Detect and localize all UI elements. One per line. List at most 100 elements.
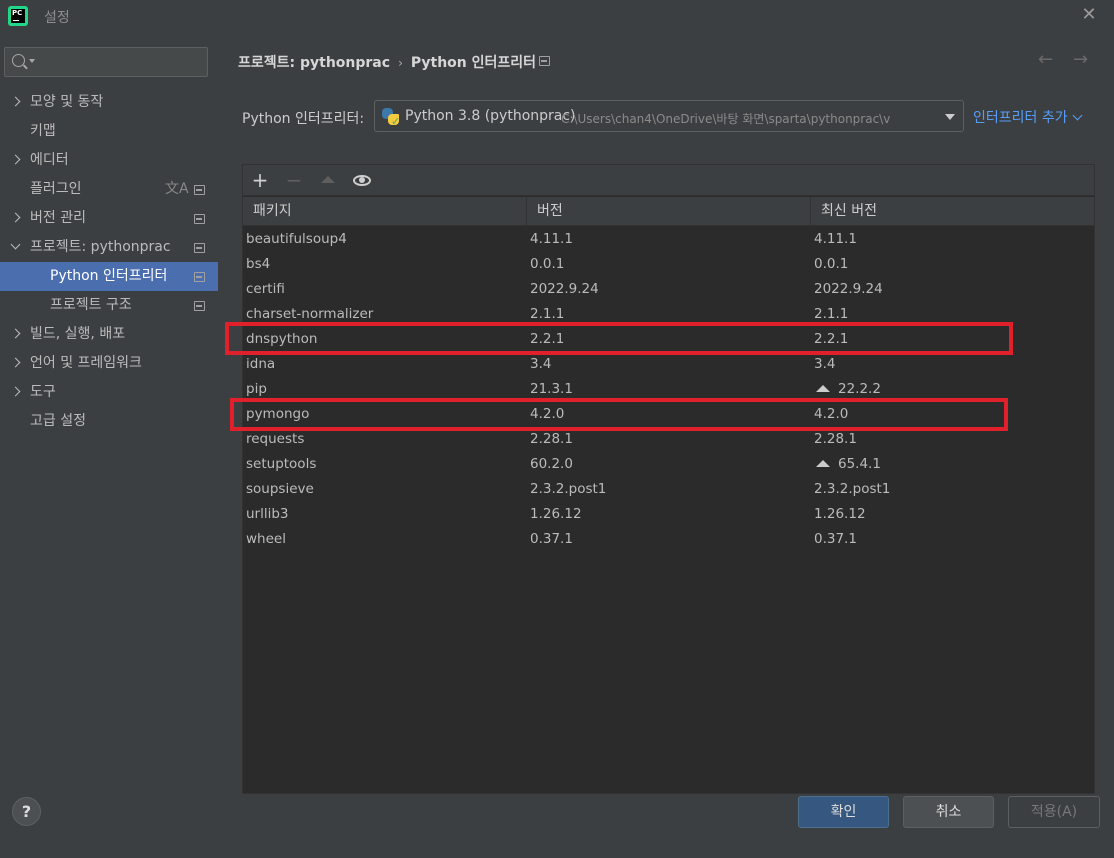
breadcrumb-parent[interactable]: 프로젝트: pythonprac: [238, 55, 390, 71]
package-version-cell: 4.2.0: [530, 406, 565, 422]
help-button[interactable]: ?: [12, 797, 41, 826]
latest-version-text: 1.26.12: [814, 506, 866, 522]
settings-search-box[interactable]: [4, 47, 208, 77]
sidebar-item-tools[interactable]: 도구: [0, 378, 218, 407]
project-settings-icon: [194, 185, 205, 195]
project-settings-icon: [194, 214, 205, 224]
table-row[interactable]: dnspython 2.2.1 2.2.1: [243, 327, 1094, 352]
sidebar-item-label: 에디터: [30, 152, 69, 168]
show-early-releases-button[interactable]: [350, 168, 374, 192]
package-version-cell: 4.11.1: [530, 231, 573, 247]
close-icon[interactable]: ✕: [1078, 4, 1100, 26]
package-latest-version-cell: 2022.9.24: [814, 277, 883, 302]
sidebar-item-editor[interactable]: 에디터: [0, 146, 218, 175]
search-icon: [12, 54, 25, 67]
python-icon: ✓: [382, 108, 400, 127]
add-interpreter-link[interactable]: 인터프리터 추가: [973, 107, 1083, 127]
package-version-cell: 2.3.2.post1: [530, 481, 607, 497]
chevron-right-icon[interactable]: [10, 328, 21, 339]
remove-package-button[interactable]: −: [282, 168, 306, 192]
package-name-cell: urllib3: [246, 506, 289, 522]
sidebar-item-advanced-settings[interactable]: 고급 설정: [0, 407, 218, 436]
latest-version-text: 2.3.2.post1: [814, 481, 891, 497]
latest-version-text: 2.2.1: [814, 331, 849, 347]
sidebar-item-label: 언어 및 프레임워크: [30, 355, 142, 371]
column-header-package[interactable]: 패키지: [243, 197, 527, 226]
sidebar-item-python-interpreter[interactable]: Python 인터프리터: [0, 262, 218, 291]
package-latest-version-cell: 1.26.12: [814, 502, 866, 527]
sidebar-item-keymap[interactable]: 키맵: [0, 117, 218, 146]
table-row[interactable]: certifi 2022.9.24 2022.9.24: [243, 277, 1094, 302]
package-toolbar: + −: [243, 165, 1094, 196]
upgrade-available-icon: [816, 460, 830, 467]
package-version-cell: 2.2.1: [530, 331, 565, 347]
upgrade-triangle-icon: [321, 176, 335, 183]
settings-content: 프로젝트: pythonprac › Python 인터프리터 ← → Python…: [218, 32, 1114, 858]
table-row[interactable]: pip 21.3.1 22.2.2: [243, 377, 1094, 402]
package-name-cell: requests: [246, 431, 305, 447]
chevron-right-icon[interactable]: [10, 154, 21, 165]
latest-version-text: 0.0.1: [814, 256, 849, 272]
sidebar-item-label: 고급 설정: [30, 413, 86, 429]
upgrade-available-icon: [816, 385, 830, 392]
chevron-down-icon[interactable]: [10, 239, 21, 250]
sidebar-item-label: Python 인터프리터: [50, 268, 168, 284]
sidebar-item-label: 도구: [30, 384, 56, 400]
package-latest-version-cell: 22.2.2: [814, 377, 881, 402]
apply-button[interactable]: 적용(A): [1008, 796, 1100, 828]
package-version-cell: 21.3.1: [530, 381, 573, 397]
ok-button[interactable]: 확인: [798, 796, 889, 828]
sidebar-item-build-execution-deployment[interactable]: 빌드, 실행, 배포: [0, 320, 218, 349]
package-latest-version-cell: 0.0.1: [814, 252, 848, 277]
latest-version-text: 4.2.0: [814, 406, 849, 422]
settings-search-input[interactable]: [37, 51, 203, 73]
package-name-cell: setuptools: [246, 456, 317, 472]
cancel-button[interactable]: 취소: [903, 796, 994, 828]
interpreter-dropdown[interactable]: ✓ Python 3.8 (pythonprac) C:\Users\chan4…: [374, 100, 964, 132]
sidebar-item-label: 빌드, 실행, 배포: [30, 326, 126, 342]
sidebar-item-languages-frameworks[interactable]: 언어 및 프레임워크: [0, 349, 218, 378]
package-latest-version-cell: 2.3.2.post1: [814, 477, 890, 502]
table-row[interactable]: urllib3 1.26.12 1.26.12: [243, 502, 1094, 527]
package-version-cell: 60.2.0: [530, 456, 573, 472]
add-package-button[interactable]: +: [248, 168, 272, 192]
package-latest-version-cell: 3.4: [814, 352, 835, 377]
breadcrumb: 프로젝트: pythonprac › Python 인터프리터: [238, 52, 536, 72]
latest-version-text: 22.2.2: [838, 381, 881, 397]
latest-version-text: 2022.9.24: [814, 281, 883, 297]
table-row[interactable]: wheel 0.37.1 0.37.1: [243, 527, 1094, 552]
table-row[interactable]: idna 3.4 3.4: [243, 352, 1094, 377]
latest-version-text: 2.1.1: [814, 306, 849, 322]
back-arrow-icon[interactable]: ←: [1038, 50, 1058, 70]
column-header-latest-version[interactable]: 최신 버전: [811, 197, 1094, 226]
table-row[interactable]: beautifulsoup4 4.11.1 4.11.1: [243, 227, 1094, 252]
chevron-right-icon[interactable]: [10, 96, 21, 107]
upgrade-package-button[interactable]: [316, 168, 340, 192]
table-row[interactable]: charset-normalizer 2.1.1 2.1.1: [243, 302, 1094, 327]
column-header-version[interactable]: 버전: [527, 197, 811, 226]
table-row[interactable]: setuptools 60.2.0 65.4.1: [243, 452, 1094, 477]
table-row[interactable]: soupsieve 2.3.2.post1 2.3.2.post1: [243, 477, 1094, 502]
latest-version-text: 2.28.1: [814, 431, 857, 447]
chevron-right-icon[interactable]: [10, 212, 21, 223]
package-latest-version-cell: 65.4.1: [814, 452, 881, 477]
package-name-cell: pip: [246, 381, 267, 397]
package-name-cell: beautifulsoup4: [246, 231, 347, 247]
table-row[interactable]: pymongo 4.2.0 4.2.0: [243, 402, 1094, 427]
table-row[interactable]: bs4 0.0.1 0.0.1: [243, 252, 1094, 277]
package-version-cell: 2.1.1: [530, 306, 565, 322]
table-row[interactable]: requests 2.28.1 2.28.1: [243, 427, 1094, 452]
package-name-cell: pymongo: [246, 406, 310, 422]
sidebar-item-version-control[interactable]: 버전 관리: [0, 204, 218, 233]
chevron-right-icon[interactable]: [10, 357, 21, 368]
chevron-right-icon[interactable]: [10, 386, 21, 397]
sidebar-item-plugins[interactable]: 플러그인 文A: [0, 175, 218, 204]
sidebar-item-project-structure[interactable]: 프로젝트 구조: [0, 291, 218, 320]
dropdown-arrow-icon[interactable]: [945, 114, 955, 120]
sidebar-item-appearance[interactable]: 모양 및 동작: [0, 88, 218, 117]
sidebar-item-project[interactable]: 프로젝트: pythonprac: [0, 233, 218, 262]
sidebar-item-label: 플러그인: [30, 181, 82, 197]
chevron-down-icon: [1072, 110, 1083, 121]
forward-arrow-icon[interactable]: →: [1073, 50, 1093, 70]
search-options-chevron-icon[interactable]: [29, 59, 35, 63]
